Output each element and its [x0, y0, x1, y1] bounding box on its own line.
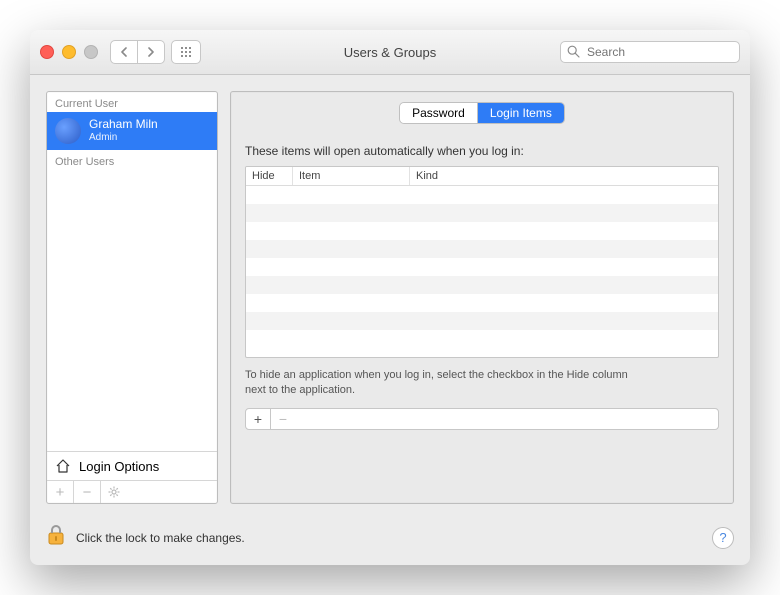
gear-icon [108, 486, 120, 498]
back-button[interactable] [110, 40, 138, 64]
house-icon [55, 458, 71, 474]
window-footer: Click the lock to make changes. ? [30, 516, 750, 565]
table-row [246, 222, 718, 240]
sidebar-label-current: Current User [47, 92, 217, 112]
titlebar: Users & Groups [30, 30, 750, 75]
user-actions-button[interactable] [101, 481, 127, 503]
table-row [246, 240, 718, 258]
col-hide[interactable]: Hide [246, 167, 293, 185]
forward-button[interactable] [138, 40, 165, 64]
table-row [246, 330, 718, 348]
preferences-window: Users & Groups Current User Graham Miln … [30, 30, 750, 565]
chevron-right-icon [147, 47, 155, 57]
sidebar-fill [47, 170, 217, 451]
lock-text: Click the lock to make changes. [76, 531, 245, 545]
remove-user-button[interactable]: − [74, 481, 101, 503]
sidebar-footer: + − [47, 480, 217, 503]
grid-icon [180, 46, 192, 58]
help-button[interactable]: ? [712, 527, 734, 549]
add-remove-group: + − [245, 408, 719, 430]
body: Current User Graham Miln Admin Other Use… [30, 75, 750, 516]
instruction-text: These items will open automatically when… [245, 144, 719, 158]
login-options-label: Login Options [79, 459, 159, 474]
chevron-left-icon [120, 47, 128, 57]
table-row [246, 294, 718, 312]
window-controls [40, 45, 98, 59]
login-items-table[interactable]: Hide Item Kind [245, 166, 719, 358]
lock-icon [46, 524, 66, 546]
sidebar-label-other: Other Users [47, 150, 217, 170]
user-name: Graham Miln [89, 118, 158, 132]
close-window-button[interactable] [40, 45, 54, 59]
sidebar-user-current[interactable]: Graham Miln Admin [47, 112, 217, 150]
table-row [246, 276, 718, 294]
table-row [246, 312, 718, 330]
col-kind[interactable]: Kind [410, 167, 718, 185]
remove-item-button[interactable]: − [271, 409, 295, 429]
show-all-button[interactable] [171, 40, 201, 64]
search-input[interactable] [560, 41, 740, 63]
tab-password[interactable]: Password [400, 103, 478, 123]
search-field-wrap [560, 41, 740, 63]
users-sidebar: Current User Graham Miln Admin Other Use… [46, 91, 218, 504]
table-row [246, 204, 718, 222]
tab-login-items[interactable]: Login Items [478, 103, 564, 123]
user-role: Admin [89, 132, 158, 144]
lock-button[interactable] [46, 524, 66, 551]
minimize-window-button[interactable] [62, 45, 76, 59]
table-header: Hide Item Kind [246, 167, 718, 186]
table-body [246, 186, 718, 348]
nav-group [110, 40, 165, 64]
zoom-window-button[interactable] [84, 45, 98, 59]
main-panel: Password Login Items These items will op… [230, 91, 734, 504]
table-row [246, 186, 718, 204]
tab-group: Password Login Items [399, 102, 565, 124]
add-user-button[interactable]: + [47, 481, 74, 503]
add-item-button[interactable]: + [246, 409, 271, 429]
hint-text: To hide an application when you log in, … [245, 368, 645, 398]
table-row [246, 258, 718, 276]
user-meta: Graham Miln Admin [89, 118, 158, 143]
col-item[interactable]: Item [293, 167, 410, 185]
login-options-button[interactable]: Login Options [47, 451, 217, 480]
avatar [55, 118, 81, 144]
